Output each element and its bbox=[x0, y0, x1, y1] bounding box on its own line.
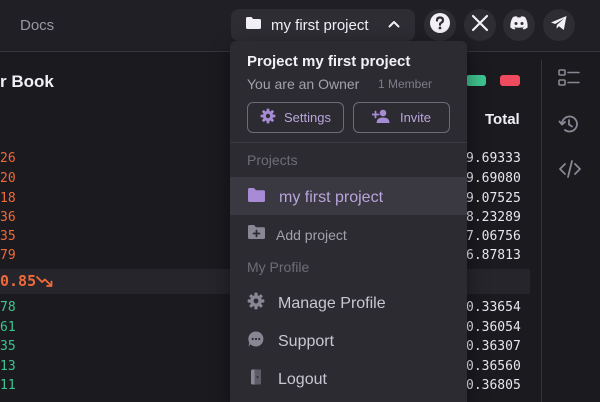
folder-icon bbox=[245, 16, 262, 35]
manage-profile-label: Manage Profile bbox=[278, 294, 386, 312]
ask-total: 6.87813 bbox=[466, 248, 521, 263]
ask-total: 9.69080 bbox=[466, 171, 521, 186]
settings-button[interactable]: Settings bbox=[247, 102, 344, 133]
ask-total: 9.07525 bbox=[466, 191, 521, 206]
help-icon bbox=[429, 12, 451, 39]
history-icon[interactable] bbox=[558, 113, 580, 140]
projects-section-heading: Projects bbox=[247, 152, 298, 168]
manage-profile-item[interactable]: Manage Profile bbox=[247, 292, 386, 315]
ask-price: 18 bbox=[0, 191, 16, 206]
bid-total: 0.36054 bbox=[466, 320, 521, 335]
bid-total: 0.33654 bbox=[466, 300, 521, 315]
member-count: 1 Member bbox=[378, 77, 433, 91]
bid-price: 61 bbox=[0, 320, 16, 335]
invite-button[interactable]: Invite bbox=[353, 102, 450, 133]
trend-down-icon bbox=[36, 275, 54, 294]
panel-divider bbox=[541, 60, 542, 402]
bid-price: 35 bbox=[0, 339, 16, 354]
x-social-button[interactable] bbox=[464, 9, 496, 41]
profile-section-heading: My Profile bbox=[247, 259, 310, 275]
bid-price: 11 bbox=[0, 378, 16, 393]
support-item[interactable]: Support bbox=[247, 330, 334, 353]
total-column-header: Total bbox=[485, 111, 520, 128]
discord-button[interactable] bbox=[503, 9, 535, 41]
gear-icon bbox=[247, 292, 265, 315]
project-switcher-button[interactable]: my first project bbox=[231, 9, 415, 41]
telegram-icon bbox=[550, 15, 568, 36]
x-icon bbox=[471, 14, 489, 37]
chevron-up-icon bbox=[387, 17, 401, 36]
chat-bubble-icon bbox=[247, 330, 265, 353]
order-book-title: r Book bbox=[0, 72, 54, 91]
discord-icon bbox=[509, 15, 529, 36]
docs-link[interactable]: Docs bbox=[20, 17, 54, 34]
folder-icon bbox=[247, 187, 266, 208]
bid-view-toggle[interactable] bbox=[466, 75, 486, 86]
bid-price: 78 bbox=[0, 300, 16, 315]
bid-price: 13 bbox=[0, 359, 16, 374]
project-switcher-label: my first project bbox=[271, 16, 369, 34]
layout-list-icon[interactable] bbox=[558, 68, 580, 93]
ask-price: 36 bbox=[0, 210, 16, 225]
support-label: Support bbox=[278, 332, 335, 350]
ask-price: 26 bbox=[0, 151, 16, 166]
add-project-label: Add project bbox=[276, 226, 347, 243]
ask-total: 8.23289 bbox=[466, 210, 521, 225]
add-project-item[interactable]: Add project bbox=[247, 224, 347, 245]
mid-price: 0.85 bbox=[0, 272, 37, 290]
project-item-row[interactable]: my first project bbox=[247, 187, 383, 208]
help-button[interactable] bbox=[424, 9, 456, 41]
bid-total: 0.36805 bbox=[466, 378, 521, 393]
telegram-button[interactable] bbox=[543, 9, 575, 41]
ask-price: 20 bbox=[0, 171, 16, 186]
dropdown-project-title: Project my first project bbox=[247, 53, 411, 70]
logout-label: Logout bbox=[278, 370, 327, 388]
active-project-label: my first project bbox=[279, 188, 384, 206]
gear-icon bbox=[260, 108, 276, 127]
ask-view-toggle[interactable] bbox=[500, 75, 520, 86]
invite-button-label: Invite bbox=[399, 110, 432, 125]
logout-item[interactable]: Logout bbox=[247, 368, 327, 391]
ask-price: 79 bbox=[0, 248, 16, 263]
ask-price: 35 bbox=[0, 229, 16, 244]
ask-total: 7.06756 bbox=[466, 229, 521, 244]
logout-icon bbox=[247, 368, 265, 391]
code-icon[interactable] bbox=[558, 158, 582, 185]
user-role-text: You are an Owner bbox=[247, 76, 360, 92]
project-dropdown-menu: Project my first project You are an Owne… bbox=[230, 41, 467, 402]
ask-total: 9.69333 bbox=[466, 151, 521, 166]
folder-plus-icon bbox=[247, 224, 266, 245]
bid-total: 0.36560 bbox=[466, 359, 521, 374]
add-user-icon bbox=[371, 108, 392, 127]
dropdown-divider bbox=[230, 142, 467, 143]
settings-button-label: Settings bbox=[284, 110, 331, 125]
bid-total: 0.36307 bbox=[466, 339, 521, 354]
